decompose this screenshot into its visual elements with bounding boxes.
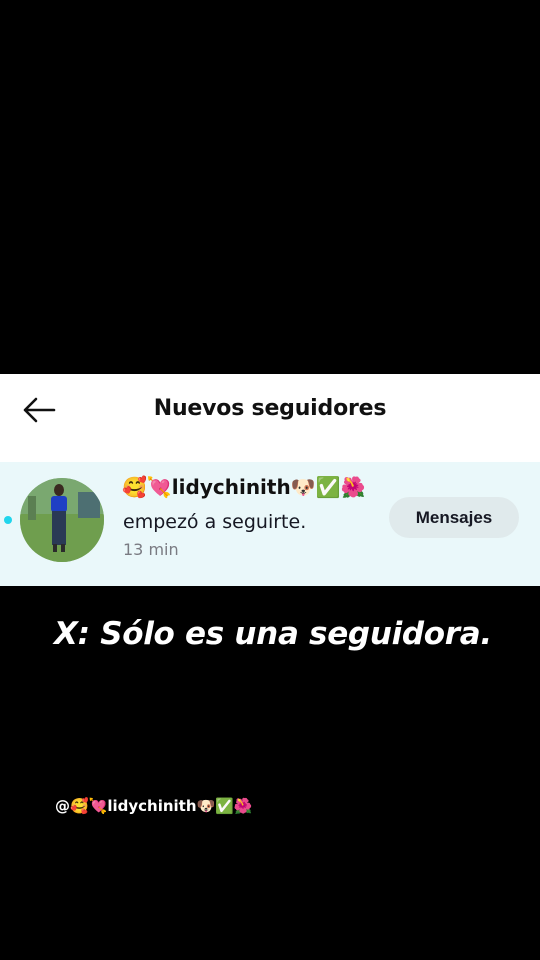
notification-text: empezó a seguirte.	[123, 511, 307, 533]
messages-button[interactable]: Mensajes	[389, 497, 519, 538]
unread-indicator	[4, 516, 12, 524]
page-title: Nuevos seguidores	[153, 396, 387, 421]
header-bar: Nuevos seguidores	[0, 374, 540, 462]
avatar-photo	[20, 478, 104, 562]
smirk-emoji: 😏	[233, 664, 267, 702]
video-caption: X: Sólo es una seguidora.	[54, 616, 492, 652]
follower-notification-row[interactable]: 🥰💘lidychinith🐶✅🌺 empezó a seguirte. 13 m…	[0, 462, 540, 586]
avatar[interactable]	[20, 478, 104, 562]
follower-username[interactable]: 🥰💘lidychinith🐶✅🌺	[122, 475, 365, 499]
notification-timestamp: 13 min	[123, 540, 179, 559]
user-mention[interactable]: @🥰💘lidychinith🐶✅🌺	[55, 797, 253, 815]
